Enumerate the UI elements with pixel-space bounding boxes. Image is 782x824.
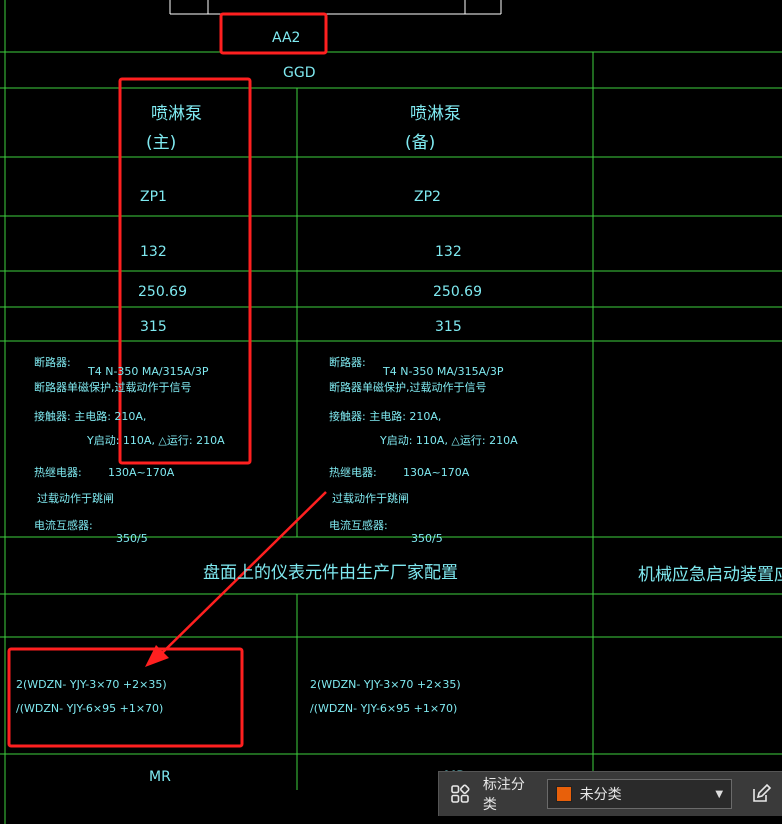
ct-label: 电流互感器: — [34, 518, 93, 532]
value-2: 250.69 — [433, 284, 482, 300]
breaker-note: 断路器单磁保护,过载动作于信号 — [34, 380, 192, 394]
breaker-label: 断路器: — [34, 355, 71, 369]
value-3: 315 — [435, 319, 462, 335]
value-1: 132 — [140, 244, 167, 260]
pump-role: (备) — [405, 133, 435, 153]
contactor-label: 接触器: 主电路: 210A, — [34, 409, 146, 423]
destination: MR — [149, 769, 171, 785]
contactor-detail: Y启动: 110A, △运行: 210A — [86, 434, 225, 447]
edit-icon[interactable] — [740, 772, 782, 817]
cable-line-1: 2(WDZN- YJY-3×70 +2×35) — [16, 678, 167, 691]
cable-line-1: 2(WDZN- YJY-3×70 +2×35) — [310, 678, 461, 691]
value-2: 250.69 — [138, 284, 187, 300]
cabinet-type: GGD — [283, 65, 315, 81]
value-3: 315 — [140, 319, 167, 335]
contactor-detail: Y启动: 110A, △运行: 210A — [379, 434, 518, 447]
cad-drawing-canvas[interactable]: AA2 GGD 喷淋泵 (主) ZP1 132 250.69 315 断路器: … — [0, 0, 782, 824]
category-color-swatch — [555, 786, 572, 802]
breaker-model: T4 N-350 MA/315A/3P — [87, 365, 209, 378]
cable-line-2: /(WDZN- YJY-6×95 +1×70) — [310, 702, 457, 715]
value-1: 132 — [435, 244, 462, 260]
ct-ratio: 350/5 — [116, 532, 148, 545]
category-label: 标注分类 — [482, 777, 525, 813]
relay-note: 过载动作于跳闸 — [37, 491, 114, 505]
pump-name: 喷淋泵 — [151, 104, 202, 124]
relay-note: 过载动作于跳闸 — [332, 491, 409, 505]
relay-range: 130A~170A — [403, 466, 470, 479]
cable-line-2: /(WDZN- YJY-6×95 +1×70) — [16, 702, 163, 715]
ct-label: 电流互感器: — [329, 518, 388, 532]
relay-label: 热继电器: — [34, 466, 82, 479]
breaker-model: T4 N-350 MA/315A/3P — [382, 365, 504, 378]
annotation-category-toolbar: 标注分类 未分类 ▼ — [438, 771, 782, 816]
circuit-id: ZP1 — [140, 189, 167, 205]
contactor-label: 接触器: 主电路: 210A, — [329, 409, 441, 423]
relay-label: 热继电器: — [329, 466, 377, 479]
circuit-id: ZP2 — [414, 189, 441, 205]
switchboard-id: AA2 — [272, 30, 300, 46]
pump-role: (主) — [146, 133, 176, 153]
right-note: 机械应急启动装置应设 — [638, 565, 782, 585]
breaker-label: 断路器: — [329, 355, 366, 369]
ct-ratio: 350/5 — [411, 532, 443, 545]
category-select-value: 未分类 — [579, 787, 622, 803]
pump-name: 喷淋泵 — [410, 104, 461, 124]
relay-range: 130A~170A — [108, 466, 175, 479]
chevron-down-icon: ▼ — [715, 788, 724, 800]
breaker-note: 断路器单磁保护,过载动作于信号 — [329, 380, 487, 394]
category-select[interactable]: 未分类 ▼ — [546, 779, 733, 809]
panel-note: 盘面上的仪表元件由生产厂家配置 — [203, 563, 458, 583]
grid-layout-icon[interactable] — [439, 772, 481, 817]
